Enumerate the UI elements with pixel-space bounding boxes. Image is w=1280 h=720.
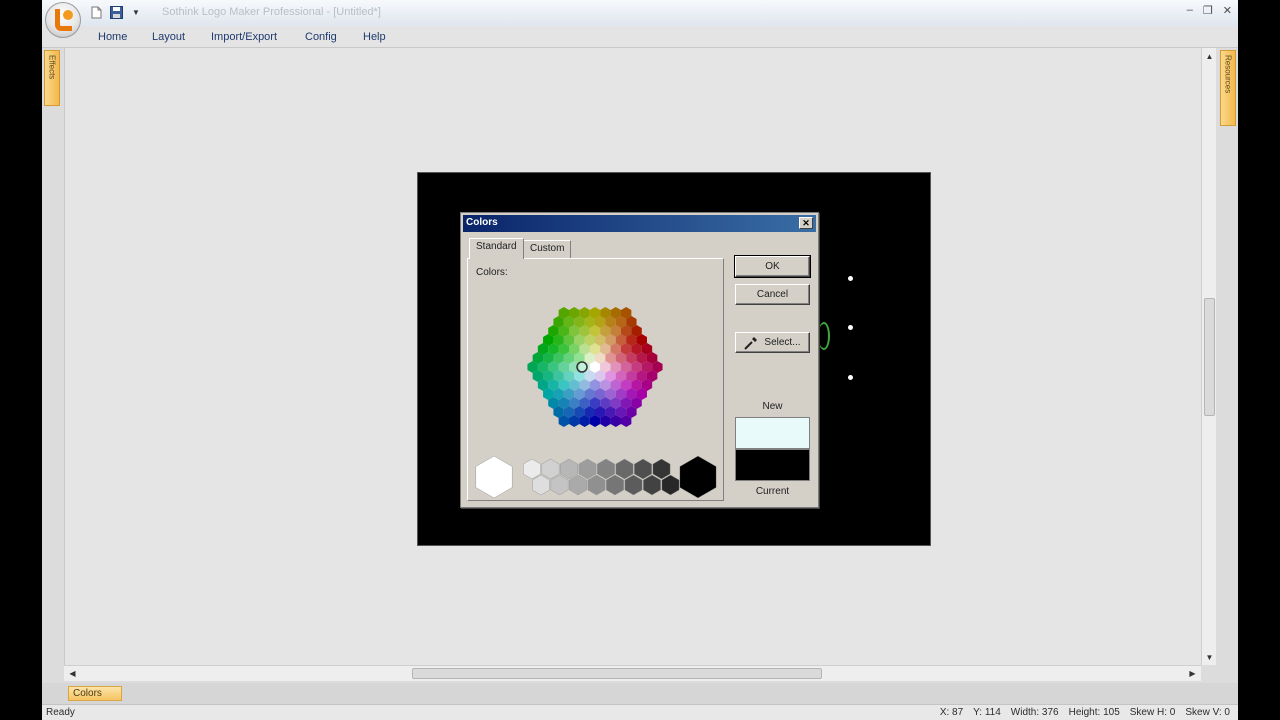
gray-cell[interactable] bbox=[541, 458, 560, 480]
color-hexagon-picker[interactable] bbox=[508, 287, 683, 447]
dropdown-arrow-icon[interactable]: ▼ bbox=[132, 8, 140, 17]
effects-side-tab[interactable]: Effects bbox=[44, 50, 60, 106]
gray-cell[interactable] bbox=[661, 474, 680, 496]
app-logo-dot bbox=[63, 10, 73, 20]
selection-handle[interactable] bbox=[848, 325, 853, 330]
resources-side-tab-label: Resources bbox=[1223, 55, 1233, 94]
gray-cell[interactable] bbox=[550, 474, 569, 496]
window-title: Sothink Logo Maker Professional - [Untit… bbox=[162, 6, 381, 18]
selection-handle[interactable] bbox=[848, 276, 853, 281]
gray-cell[interactable] bbox=[652, 458, 671, 480]
gray-cell[interactable] bbox=[643, 474, 661, 496]
horizontal-scrollbar[interactable]: ◀ ▶ bbox=[64, 665, 1201, 681]
vertical-scroll-thumb[interactable] bbox=[1204, 298, 1215, 416]
save-icon[interactable] bbox=[108, 4, 124, 20]
status-skew-v: Skew V: 0 bbox=[1185, 707, 1230, 718]
gray-cell[interactable] bbox=[523, 458, 541, 480]
menu-bar: Home Layout Import/Export Config Help bbox=[42, 26, 1238, 48]
gray-cell[interactable] bbox=[606, 474, 624, 496]
gray-cell[interactable] bbox=[587, 474, 606, 496]
status-y: Y: 114 bbox=[973, 707, 1001, 718]
dialog-title-bar[interactable]: Colors ✕ bbox=[463, 215, 816, 232]
app-menu-button[interactable] bbox=[45, 2, 81, 38]
menu-home[interactable]: Home bbox=[98, 31, 127, 43]
window-controls: – ❐ ✕ bbox=[1187, 4, 1232, 17]
new-color-swatch bbox=[735, 417, 810, 449]
grayscale-picker[interactable] bbox=[470, 455, 722, 499]
vertical-scrollbar[interactable]: ▲ ▼ bbox=[1201, 48, 1216, 665]
status-bar: Ready X: 87 Y: 114 Width: 376 Height: 10… bbox=[42, 704, 1238, 720]
gray-cell[interactable] bbox=[679, 455, 717, 499]
restore-button[interactable]: ❐ bbox=[1203, 4, 1213, 17]
new-color-label: New bbox=[762, 401, 783, 412]
gray-cell[interactable] bbox=[578, 458, 597, 480]
select-color-label: Select... bbox=[764, 337, 801, 348]
status-width: Width: 376 bbox=[1010, 707, 1059, 718]
gray-cell[interactable] bbox=[597, 458, 615, 480]
status-x: X: 87 bbox=[939, 707, 964, 718]
bottom-panel-bar bbox=[42, 683, 1238, 704]
status-metrics: X: 87 Y: 114 Width: 376 Height: 105 Skew… bbox=[940, 707, 1230, 718]
gray-cell[interactable] bbox=[634, 458, 652, 480]
quick-access-toolbar: ▼ bbox=[88, 4, 140, 20]
gray-cell[interactable] bbox=[569, 474, 587, 496]
colors-label: Colors: bbox=[476, 267, 508, 278]
menu-config[interactable]: Config bbox=[305, 31, 337, 43]
status-height: Height: 105 bbox=[1068, 707, 1120, 718]
status-ready: Ready bbox=[46, 707, 75, 718]
tab-custom[interactable]: Custom bbox=[523, 240, 572, 258]
gray-cell[interactable] bbox=[475, 455, 513, 499]
select-color-button[interactable]: Select... bbox=[735, 332, 810, 353]
scroll-left-icon[interactable]: ◀ bbox=[66, 667, 79, 680]
cancel-button[interactable]: Cancel bbox=[735, 284, 810, 305]
horizontal-scroll-thumb[interactable] bbox=[412, 668, 822, 679]
effects-side-tab-label: Effects bbox=[47, 55, 57, 80]
status-skew-h: Skew H: 0 bbox=[1129, 707, 1176, 718]
current-color-label: Current bbox=[755, 486, 790, 497]
dialog-close-button[interactable]: ✕ bbox=[799, 217, 813, 229]
gray-cell[interactable] bbox=[532, 474, 550, 496]
menu-layout[interactable]: Layout bbox=[152, 31, 185, 43]
scroll-right-icon[interactable]: ▶ bbox=[1186, 667, 1199, 680]
standard-colors-panel: Colors: bbox=[467, 258, 724, 501]
gray-cell[interactable] bbox=[624, 474, 643, 496]
colors-panel-tab[interactable]: Colors bbox=[68, 686, 122, 701]
minimize-button[interactable]: – bbox=[1187, 4, 1193, 17]
gray-cell[interactable] bbox=[615, 458, 634, 480]
colors-dialog: Colors ✕ Standard Custom Colors: OK Canc… bbox=[460, 212, 819, 508]
dialog-title: Colors bbox=[466, 217, 498, 228]
title-bar: ▼ Sothink Logo Maker Professional - [Unt… bbox=[42, 0, 1238, 38]
selection-handle[interactable] bbox=[848, 375, 853, 380]
ok-button[interactable]: OK bbox=[734, 255, 811, 278]
scroll-up-icon[interactable]: ▲ bbox=[1203, 50, 1216, 63]
close-button[interactable]: ✕ bbox=[1223, 4, 1232, 17]
logo-shape-fragment[interactable] bbox=[818, 322, 830, 350]
menu-help[interactable]: Help bbox=[363, 31, 386, 43]
eyedropper-icon bbox=[744, 336, 758, 350]
resources-side-tab[interactable]: Resources bbox=[1220, 50, 1236, 126]
current-color-swatch bbox=[735, 449, 810, 481]
scroll-down-icon[interactable]: ▼ bbox=[1203, 651, 1216, 664]
tab-standard[interactable]: Standard bbox=[469, 238, 524, 259]
new-file-icon[interactable] bbox=[88, 4, 104, 20]
menu-import-export[interactable]: Import/Export bbox=[211, 31, 277, 43]
gray-cell[interactable] bbox=[560, 458, 578, 480]
